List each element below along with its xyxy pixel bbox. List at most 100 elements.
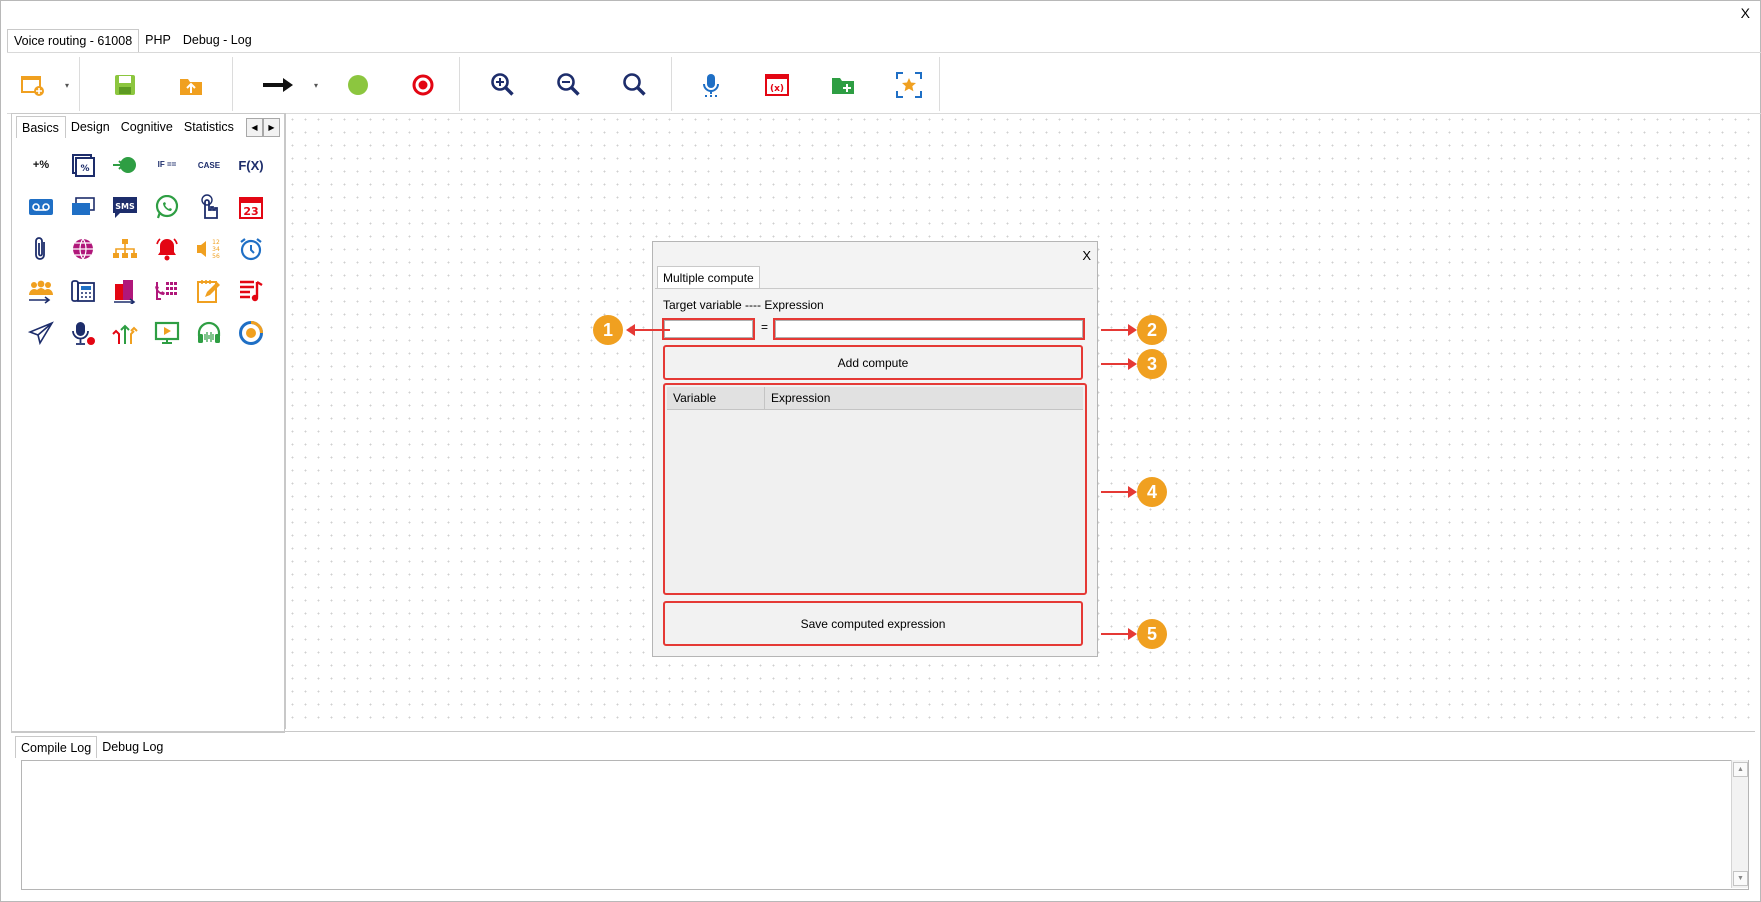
cards-icon[interactable] — [62, 186, 104, 228]
fit-to-screen-icon[interactable] — [895, 71, 923, 99]
column-variable[interactable]: Variable — [667, 387, 765, 409]
sms-icon[interactable]: SMS — [104, 186, 146, 228]
sms-label: SMS — [115, 202, 135, 211]
scroll-up-button[interactable]: ▲ — [1733, 762, 1748, 777]
palette-tabs: Basics Design Cognitive Statistics — [16, 116, 240, 138]
toolbar-divider — [459, 57, 460, 111]
log-scrollbar[interactable]: ▲ ▼ — [1731, 760, 1748, 888]
new-flow-icon[interactable] — [19, 71, 47, 99]
record-icon[interactable] — [62, 312, 104, 354]
callout-badge-4: 4 — [1137, 477, 1167, 507]
globe-icon[interactable] — [62, 228, 104, 270]
attachment-icon[interactable] — [20, 228, 62, 270]
expression-input[interactable] — [773, 318, 1085, 340]
arrow-connector-icon[interactable] — [261, 71, 295, 99]
agent-group-icon[interactable] — [20, 270, 62, 312]
dtmf-touch-icon[interactable] — [188, 186, 230, 228]
tab-multiple-compute[interactable]: Multiple compute — [657, 266, 760, 288]
percent-calculator-icon[interactable]: % — [62, 144, 104, 186]
multiple-compute-dialog: X Multiple compute Target variable ---- … — [652, 241, 1098, 657]
phone-keypad-icon[interactable] — [146, 270, 188, 312]
stop-node-icon[interactable] — [409, 71, 437, 99]
table-header: Variable Expression — [667, 387, 1083, 410]
window-close-button[interactable]: X — [1741, 5, 1750, 21]
toolbar: ▾ ▾ (x) — [7, 52, 1761, 114]
alarm-bell-icon[interactable] — [146, 228, 188, 270]
zoom-reset-icon[interactable] — [621, 71, 649, 99]
add-compute-button[interactable]: Add compute — [663, 345, 1083, 380]
scroll-down-button[interactable]: ▼ — [1733, 871, 1748, 886]
target-expression-label: Target variable ---- Expression — [663, 298, 824, 312]
callout-badge-3: 3 — [1137, 349, 1167, 379]
log-panel: Compile Log Debug Log ▲ ▼ — [11, 731, 1755, 898]
calendar-icon[interactable]: 23 — [230, 186, 272, 228]
zoom-in-icon[interactable] — [489, 71, 517, 99]
whatsapp-icon[interactable] — [146, 186, 188, 228]
zoom-out-icon[interactable] — [555, 71, 583, 99]
tab-design[interactable]: Design — [66, 116, 116, 137]
voicemail-icon[interactable] — [20, 186, 62, 228]
callout-arrow-4 — [1101, 486, 1137, 498]
start-node-icon[interactable] — [344, 71, 372, 99]
save-computed-expression-button[interactable]: Save computed expression — [663, 601, 1083, 646]
tab-statistics[interactable]: Statistics — [179, 116, 240, 137]
pie-timer-icon[interactable] — [230, 312, 272, 354]
svg-text:(x): (x) — [770, 84, 784, 94]
toolbar-divider — [671, 57, 672, 111]
microphone-icon[interactable] — [697, 71, 725, 99]
case-icon[interactable]: CASE — [188, 144, 230, 186]
app-window: X Voice routing - 61008 PHP Debug - Log … — [0, 0, 1761, 902]
callout-arrow-3 — [1101, 358, 1137, 370]
log-tabs: Compile Log Debug Log — [15, 736, 168, 758]
toolbar-divider — [232, 57, 233, 111]
if-then-else-icon[interactable]: IF == — [146, 144, 188, 186]
tab-cognitive[interactable]: Cognitive — [116, 116, 179, 137]
svg-text:12: 12 — [212, 239, 220, 246]
new-flow-dropdown-icon[interactable]: ▾ — [65, 81, 69, 90]
headset-icon[interactable] — [188, 312, 230, 354]
tab-scroll-right-button[interactable]: ▶ — [263, 118, 280, 137]
playlist-icon[interactable] — [230, 270, 272, 312]
upload-icon[interactable] — [177, 71, 205, 99]
tab-compile-log[interactable]: Compile Log — [15, 736, 98, 758]
goto-url-icon[interactable] — [104, 144, 146, 186]
callout-badge-1: 1 — [593, 315, 623, 345]
fx-function-icon[interactable]: F(X) — [230, 144, 272, 186]
speak-numbers-icon[interactable]: 12 34 56 — [188, 228, 230, 270]
org-chart-icon[interactable] — [104, 228, 146, 270]
save-icon[interactable] — [111, 71, 139, 99]
log-output[interactable] — [21, 760, 1749, 890]
tab-basics[interactable]: Basics — [16, 116, 66, 138]
tab-php[interactable]: PHP — [139, 29, 177, 51]
add-folder-icon[interactable] — [829, 71, 857, 99]
dialog-close-button[interactable]: X — [1082, 248, 1091, 263]
arrow-dropdown-icon[interactable]: ▾ — [314, 81, 318, 90]
callout-arrow-5 — [1101, 628, 1137, 640]
target-variable-input[interactable] — [662, 318, 755, 340]
toolbar-divider — [79, 57, 80, 111]
column-expression[interactable]: Expression — [765, 387, 1083, 409]
calendar-day-label: 23 — [243, 205, 258, 218]
document-tabs: Voice routing - 61008 PHP Debug - Log — [7, 29, 258, 52]
alarm-clock-icon[interactable] — [230, 228, 272, 270]
variables-icon[interactable]: (x) — [763, 71, 791, 99]
svg-text:34: 34 — [212, 246, 220, 253]
toolbar-divider — [939, 57, 940, 111]
dialog-body: Target variable ---- Expression = Add co… — [655, 288, 1093, 653]
svg-text:%: % — [80, 164, 89, 174]
svg-text:56: 56 — [212, 253, 220, 260]
tab-voice-routing[interactable]: Voice routing - 61008 — [7, 29, 140, 52]
math-operators-icon[interactable]: +% — [20, 144, 62, 186]
tab-debug-log[interactable]: Debug - Log — [177, 29, 258, 51]
note-edit-icon[interactable] — [188, 270, 230, 312]
split-arrows-icon[interactable] — [104, 312, 146, 354]
compute-list-table[interactable]: Variable Expression — [663, 383, 1087, 595]
tab-scroll-left-button[interactable]: ◀ — [246, 118, 263, 137]
fx-label: F(X) — [238, 157, 264, 173]
video-screen-icon[interactable] — [146, 312, 188, 354]
building-icon[interactable] — [104, 270, 146, 312]
send-icon[interactable] — [20, 312, 62, 354]
tab-debug-log-panel[interactable]: Debug Log — [97, 736, 168, 757]
desk-phone-icon[interactable] — [62, 270, 104, 312]
equals-sign: = — [761, 320, 769, 334]
